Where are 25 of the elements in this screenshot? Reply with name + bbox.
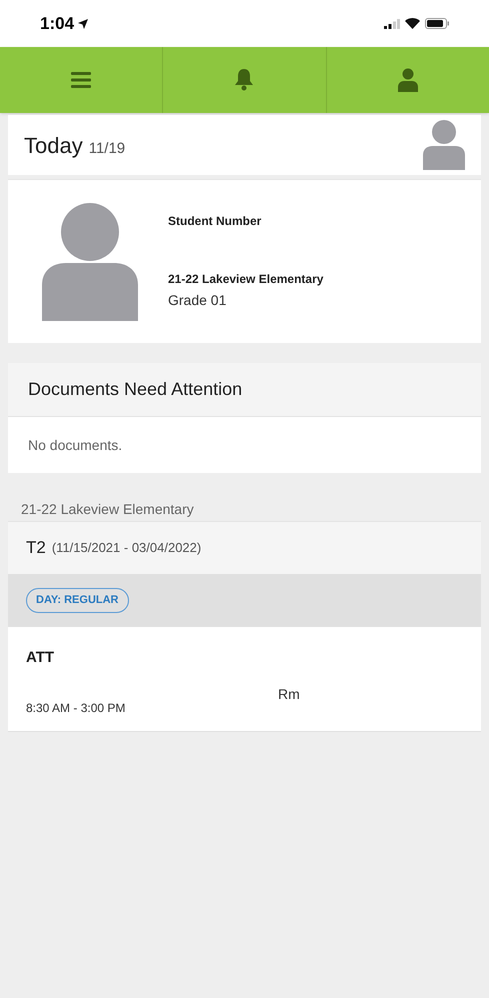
location-icon	[78, 18, 88, 28]
period-time: 8:30 AM - 3:00 PM	[26, 700, 126, 717]
avatar-icon	[42, 202, 138, 320]
term-name: T2	[26, 537, 46, 560]
today-date: 11/19	[88, 138, 126, 158]
period-card[interactable]: ATT Rm 8:30 AM - 3:00 PM	[8, 627, 481, 732]
room-label: Rm	[278, 685, 300, 704]
schedule-school: 21-22 Lakeview Elementary	[20, 500, 195, 519]
avatar-icon[interactable]	[423, 120, 465, 170]
period-name: ATT	[26, 648, 54, 668]
student-number-label: Student Number	[168, 213, 262, 230]
battery-icon	[425, 18, 449, 29]
school-name: 21-22 Lakeview Elementary	[168, 271, 324, 288]
term-dates: (11/15/2021 - 03/04/2022)	[52, 539, 202, 558]
documents-message: No documents.	[28, 436, 122, 454]
wifi-icon	[405, 18, 420, 29]
person-icon	[396, 68, 419, 92]
status-time: 1:04	[40, 12, 74, 35]
bell-icon	[233, 68, 256, 92]
day-badge: DAY: REGULAR	[26, 588, 129, 613]
today-label: Today	[24, 132, 83, 160]
grade-label: Grade 01	[168, 291, 228, 310]
signal-icon	[384, 18, 400, 28]
menu-icon	[71, 72, 92, 88]
documents-title: Documents Need Attention	[28, 378, 242, 401]
